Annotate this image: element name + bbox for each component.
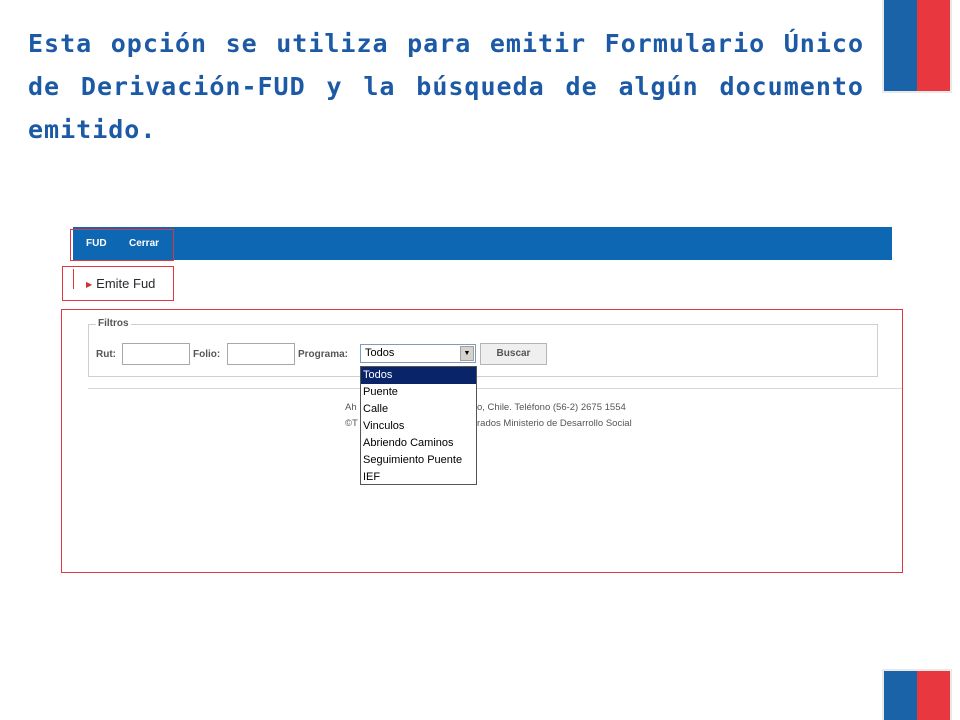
flag-decoration-top: [884, 0, 950, 91]
programa-selected-value: Todos: [365, 347, 395, 359]
dropdown-option[interactable]: IEF: [361, 469, 476, 486]
emite-fud-link[interactable]: ▶ Emite Fud: [86, 276, 155, 291]
rut-input[interactable]: [122, 343, 190, 365]
slide-title: Esta opción se utiliza para emitir Formu…: [28, 29, 864, 144]
dropdown-option[interactable]: Todos: [361, 367, 476, 384]
content-divider: [88, 388, 903, 389]
top-navbar: FUD Cerrar: [73, 227, 892, 260]
highlight-tick: [73, 269, 74, 289]
emite-fud-label: Emite Fud: [96, 276, 156, 291]
footer-line1-left: Ah: [345, 402, 357, 413]
dropdown-option[interactable]: Puente: [361, 384, 476, 401]
programa-dropdown-list[interactable]: Todos Puente Calle Vinculos Abriendo Cam…: [360, 366, 477, 485]
arrow-right-icon: ▶: [86, 280, 93, 289]
footer-line2-left: ©T: [345, 418, 358, 429]
chevron-down-icon[interactable]: ▼: [460, 346, 474, 361]
dropdown-option[interactable]: Seguimiento Puente: [361, 452, 476, 469]
dropdown-option[interactable]: Abriendo Caminos: [361, 435, 476, 452]
rut-label: Rut:: [96, 349, 116, 360]
buscar-button[interactable]: Buscar: [480, 343, 547, 365]
flag-decoration-bottom: [884, 671, 950, 720]
dropdown-option[interactable]: Calle: [361, 401, 476, 418]
footer-line1-right: o, Chile. Teléfono (56-2) 2675 1554: [477, 402, 626, 413]
folio-input[interactable]: [227, 343, 295, 365]
nav-item-cerrar[interactable]: Cerrar: [129, 238, 159, 249]
dropdown-option[interactable]: Vinculos: [361, 418, 476, 435]
programa-label: Programa:: [298, 349, 349, 360]
folio-label: Folio:: [193, 349, 221, 360]
footer-line2-right: rados Ministerio de Desarrollo Social: [477, 418, 632, 429]
nav-item-fud[interactable]: FUD: [86, 238, 107, 249]
programa-select[interactable]: Todos ▼: [360, 344, 476, 363]
filters-legend: Filtros: [96, 318, 131, 329]
